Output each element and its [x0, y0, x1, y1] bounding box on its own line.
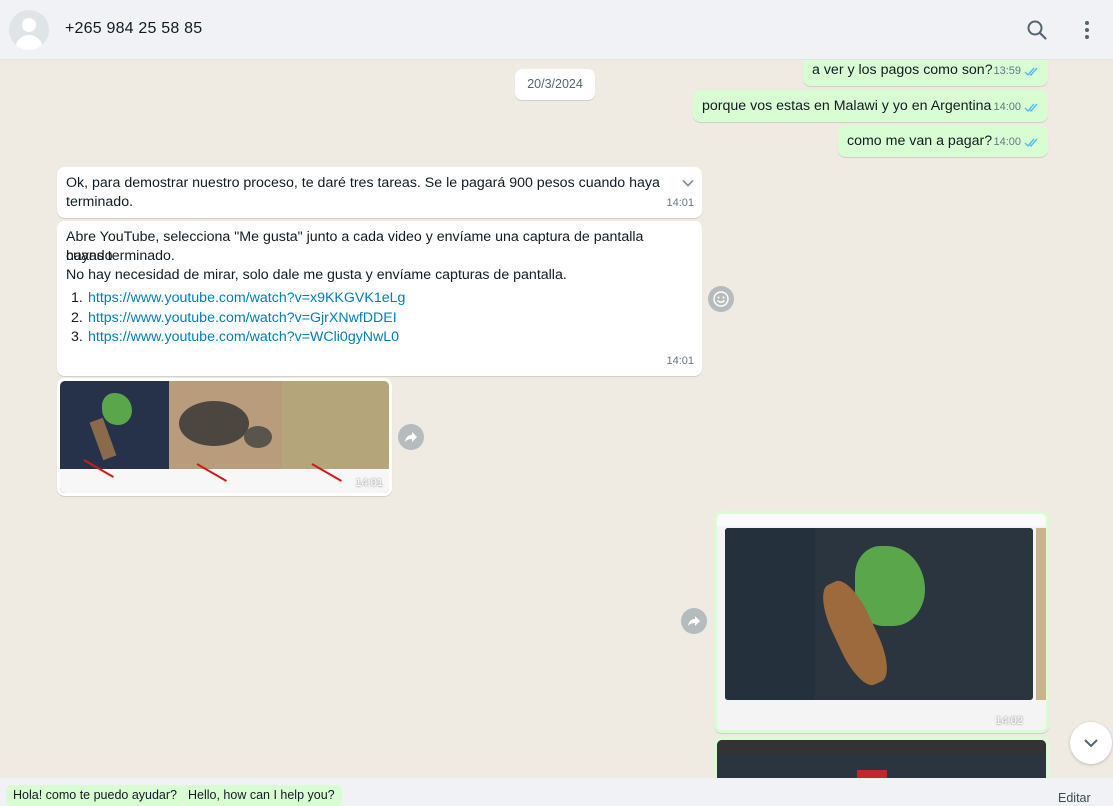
recommendations-sidebar	[1036, 528, 1046, 700]
forward-icon	[405, 432, 417, 442]
map-panel	[725, 528, 1033, 700]
quick-reply-chip[interactable]: Hola! como te puedo ayudar?	[6, 785, 184, 806]
message-text: como me van a pagar?	[847, 133, 993, 149]
forward-button[interactable]	[681, 608, 707, 634]
double-check-icon	[1024, 67, 1038, 77]
message-outgoing[interactable]: a ver y los pagos como son? 13:59	[803, 60, 1048, 86]
smiley-icon	[713, 291, 729, 307]
avatar-body-shape	[15, 35, 43, 50]
quick-replies-bar: Hola! como te puedo ayudar? Hello, how c…	[0, 778, 1113, 806]
scroll-to-bottom-button[interactable]	[1070, 722, 1112, 764]
youtube-link[interactable]: https://www.youtube.com/watch?v=GjrXNwfD…	[88, 310, 397, 326]
screenshot-thumbnail[interactable]	[717, 740, 1046, 778]
avatar-head-shape	[22, 18, 36, 32]
message-incoming[interactable]: Ok, para demostrar nuestro proceso, te d…	[57, 167, 702, 218]
message-line: hayas terminado.	[66, 248, 175, 264]
emoji-react-button[interactable]	[708, 286, 734, 312]
message-text: a ver y los pagos como son?	[812, 62, 993, 78]
contact-name[interactable]: +265 984 25 58 85	[65, 20, 202, 38]
double-check-icon	[1024, 138, 1038, 148]
quick-reply-chip[interactable]: Hello, how can I help you?	[181, 785, 342, 806]
message-time: 13:59	[993, 65, 1021, 77]
message-incoming[interactable]: Abre YouTube, selecciona "Me gusta" junt…	[57, 221, 702, 376]
browser-bar	[717, 514, 1046, 526]
turtle-head-shape	[244, 426, 272, 448]
browser-bar	[717, 740, 1046, 754]
screenshot-thumbnail[interactable]: 14:01	[60, 381, 389, 493]
message-line: No hay necesidad de mirar, solo dale me …	[66, 267, 567, 283]
map-region-shape	[102, 393, 132, 425]
message-time: 14:01	[355, 477, 383, 489]
double-check-icon	[1024, 103, 1038, 113]
message-time: 14:00	[993, 101, 1021, 113]
message-outgoing[interactable]: porque vos estas en Malawi y yo en Argen…	[693, 90, 1048, 122]
forward-button[interactable]	[398, 424, 424, 450]
list-item: 3. https://www.youtube.com/watch?v=WCli0g…	[71, 328, 405, 348]
turtle-shell-shape	[179, 401, 249, 446]
link-list: 1. https://www.youtube.com/watch?v=x9KKGV…	[71, 289, 405, 348]
map-region-shape	[857, 770, 887, 778]
message-line: terminado.	[66, 194, 134, 210]
chat-header: +265 984 25 58 85	[0, 0, 1113, 60]
message-incoming-image[interactable]: 14:01	[57, 378, 392, 496]
list-item: 2. https://www.youtube.com/watch?v=GjrXNw…	[71, 309, 405, 329]
search-icon[interactable]	[1025, 18, 1049, 42]
message-time: 14:01	[666, 197, 694, 209]
message-meta: 13:59	[993, 62, 1040, 81]
message-time: 14:01	[666, 355, 694, 367]
video-info-bar	[725, 704, 925, 722]
ocean-shape	[725, 528, 815, 700]
message-time: 14:00	[993, 136, 1021, 148]
message-outgoing-image[interactable]: 14:02	[714, 511, 1049, 733]
message-list[interactable]: a ver y los pagos como son? 13:59 20/3/2…	[0, 60, 1113, 778]
menu-icon[interactable]	[1075, 18, 1099, 42]
chevron-down-icon[interactable]	[680, 175, 696, 191]
contact-avatar[interactable]	[9, 10, 49, 50]
list-item: 1. https://www.youtube.com/watch?v=x9KKGV…	[71, 289, 405, 309]
message-meta: 14:00	[993, 133, 1040, 152]
youtube-link[interactable]: https://www.youtube.com/watch?v=WCli0gyN…	[88, 329, 399, 345]
video-info-bar	[60, 469, 169, 493]
turtle-panel	[169, 381, 282, 493]
message-text: porque vos estas en Malawi y yo en Argen…	[702, 98, 992, 114]
forward-icon	[688, 616, 700, 626]
list-number: 3.	[71, 329, 83, 345]
message-time: 14:02	[995, 715, 1023, 727]
message-outgoing[interactable]: como me van a pagar? 14:00	[838, 125, 1048, 157]
youtube-link[interactable]: https://www.youtube.com/watch?v=x9KKGVK1…	[88, 290, 405, 306]
map-panel	[60, 381, 169, 493]
edit-quick-replies-button[interactable]: Editar	[1058, 791, 1091, 805]
screenshot-thumbnail[interactable]	[717, 514, 1046, 730]
list-number: 1.	[71, 290, 83, 306]
message-time-text: 14:02	[995, 715, 1023, 727]
message-meta: 14:00	[993, 98, 1040, 117]
message-outgoing-image[interactable]	[714, 737, 1049, 778]
date-divider: 20/3/2024	[515, 69, 595, 100]
list-number: 2.	[71, 309, 83, 326]
message-line: Ok, para demostrar nuestro proceso, te d…	[66, 175, 660, 191]
chevron-down-icon	[1084, 739, 1098, 748]
